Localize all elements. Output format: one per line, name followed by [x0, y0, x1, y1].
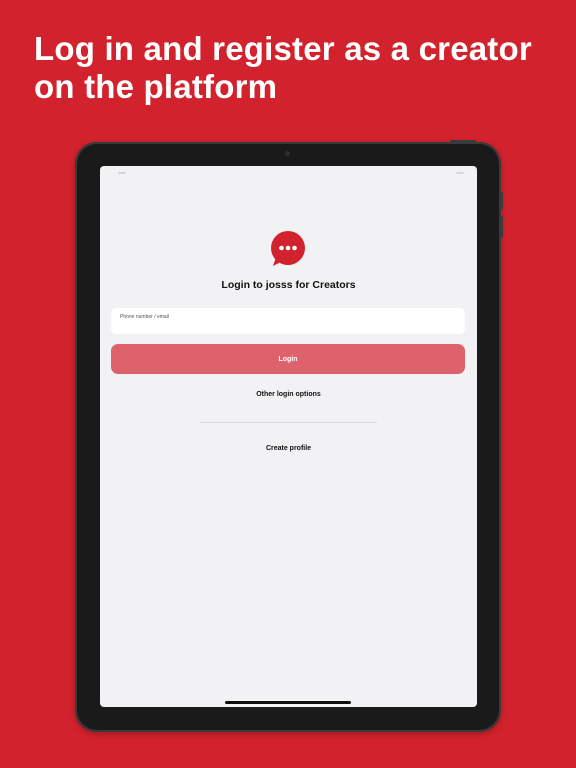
chat-bubble-dots-icon: [271, 231, 305, 266]
phone-email-label: Phone number / email: [120, 314, 169, 320]
app-screen: Login to josss for Creators Phone number…: [100, 166, 477, 707]
login-button[interactable]: Login: [111, 344, 465, 374]
home-indicator[interactable]: [225, 701, 351, 704]
page-title: Login to josss for Creators: [221, 279, 356, 291]
power-button: [450, 140, 476, 143]
volume-down-button: [500, 216, 503, 238]
phone-email-input[interactable]: Phone number / email: [111, 308, 465, 334]
promo-headline: Log in and register as a creator on the …: [34, 30, 532, 105]
volume-up-button: [500, 192, 503, 210]
status-bar-time: [118, 172, 126, 174]
create-profile-link[interactable]: Create profile: [100, 445, 477, 452]
other-login-options-link[interactable]: Other login options: [100, 391, 477, 398]
front-camera: [285, 151, 290, 156]
status-bar-battery: [456, 172, 464, 174]
divider: [200, 422, 377, 423]
